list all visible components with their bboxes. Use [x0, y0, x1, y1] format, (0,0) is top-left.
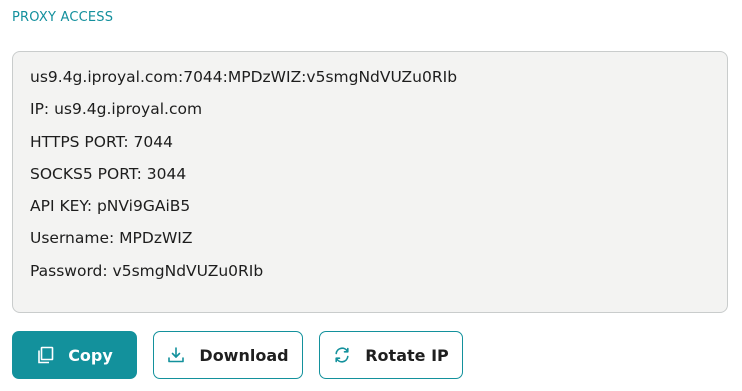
download-button-label: Download: [199, 345, 289, 365]
download-icon: [167, 346, 185, 364]
ip-line: IP: us9.4g.iproyal.com: [30, 100, 203, 119]
rotate-icon: [333, 346, 351, 364]
copy-icon: [36, 346, 54, 364]
section-title: PROXY ACCESS: [12, 10, 114, 25]
download-button[interactable]: Download: [153, 331, 303, 379]
credentials-box[interactable]: us9.4g.iproyal.com:7044:MPDzWIZ:v5smgNdV…: [12, 51, 728, 313]
rotate-ip-button[interactable]: Rotate IP: [319, 331, 463, 379]
username-line: Username: MPDzWIZ: [30, 229, 193, 248]
https-port-line: HTTPS PORT: 7044: [30, 132, 173, 151]
proxy-string: us9.4g.iproyal.com:7044:MPDzWIZ:v5smgNdV…: [30, 68, 458, 86]
rotate-ip-button-label: Rotate IP: [365, 345, 449, 365]
copy-button-label: Copy: [68, 345, 113, 365]
api-key-line: API KEY: pNVi9GAiB5: [30, 197, 191, 216]
copy-button[interactable]: Copy: [12, 331, 137, 379]
password-line: Password: v5smgNdVUZu0RIb: [30, 261, 264, 280]
socks5-port-line: SOCKS5 PORT: 3044: [30, 164, 187, 183]
